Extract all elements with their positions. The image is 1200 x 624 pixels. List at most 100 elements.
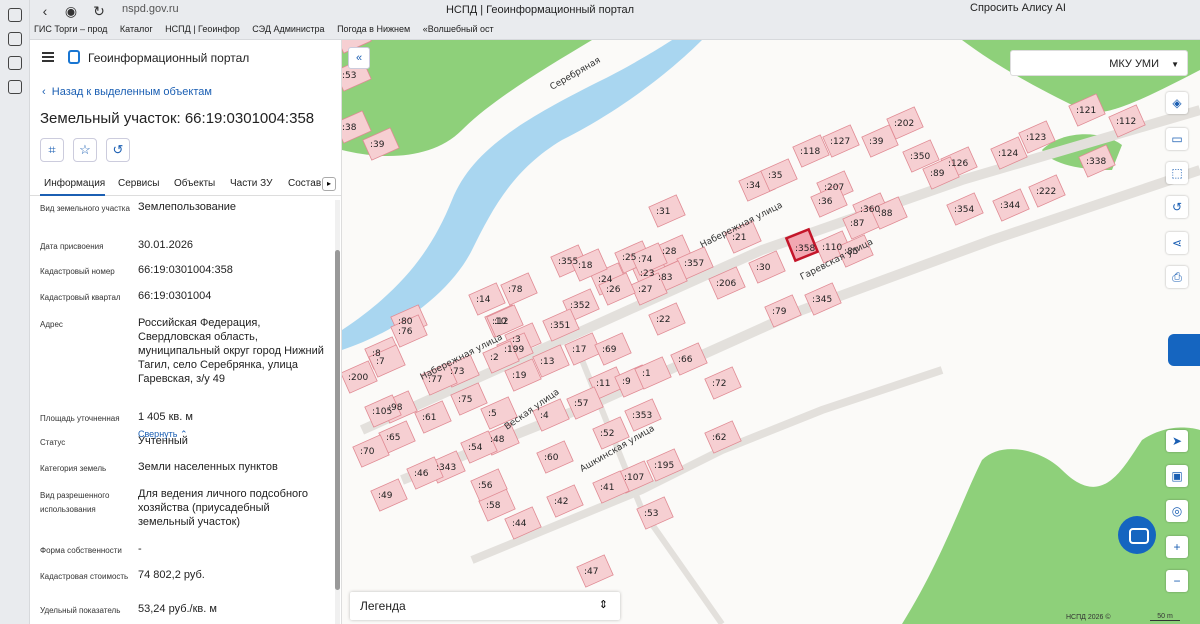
- lot-label: :39: [869, 137, 884, 147]
- back-link-label: Назад к выделенным объектам: [51, 86, 212, 98]
- history-button[interactable]: ↺: [106, 138, 130, 162]
- lot-label: :350: [910, 152, 930, 162]
- collapse-label: Свернуть: [138, 429, 178, 439]
- lot-label: :54: [468, 443, 483, 453]
- lot-label: :202: [894, 119, 914, 129]
- lot-label: :351: [550, 321, 570, 331]
- map-type-icon[interactable]: ▣: [1166, 465, 1188, 487]
- map-canvas[interactable]: :53:38:39:118:127:39:202:350:121:112:123…: [342, 40, 1200, 624]
- lot-label: :24: [598, 275, 613, 285]
- lot-label: :28: [662, 247, 677, 257]
- lot-label: :343: [436, 463, 456, 473]
- lot-label: :89: [930, 169, 945, 179]
- legend-button[interactable]: Легенда ⇕: [350, 592, 620, 620]
- panel-header: Геоинформационный портал: [30, 40, 341, 76]
- chat-icon[interactable]: [1118, 516, 1156, 554]
- lot-label: :195: [654, 461, 674, 471]
- bookmark-item[interactable]: «Волшебный ост: [423, 24, 494, 34]
- selected-lot-label: :358: [795, 244, 815, 254]
- select-icon[interactable]: ⬚: [1166, 162, 1188, 184]
- locate-icon[interactable]: ➤: [1166, 430, 1188, 452]
- tab-services[interactable]: Сервисы: [118, 178, 159, 189]
- lot-label: :52: [600, 429, 614, 439]
- lot-label: :30: [756, 263, 771, 273]
- back-link[interactable]: ‹ Назад к выделенным объектам: [42, 86, 212, 98]
- lot-label: :14: [476, 295, 491, 305]
- lot-label: :87: [850, 219, 864, 229]
- alice-button[interactable]: Спросить Алису AI: [970, 2, 1066, 14]
- lot-label: :70: [360, 447, 375, 457]
- lot-label: :355: [558, 257, 578, 267]
- lot-label: :7: [376, 357, 385, 367]
- lot-label: :9: [622, 377, 631, 387]
- org-select[interactable]: МКУ УМИ ▼: [1010, 50, 1188, 76]
- browser-toolbar: ‹ ◉ ↻ nspd.gov.ru НСПД | Геоинформационн…: [0, 0, 1200, 40]
- lot-label: :47: [584, 567, 598, 577]
- lot-label: :25: [622, 253, 636, 263]
- lot-label: :105: [372, 407, 392, 417]
- geo-icon[interactable]: ◎: [1166, 500, 1188, 522]
- collapse-address-link[interactable]: Свернуть ⌃: [138, 429, 188, 440]
- lot-label: :121: [1076, 106, 1096, 116]
- zoom-out-icon[interactable]: −: [1166, 570, 1188, 592]
- lot-label: :22: [656, 315, 670, 325]
- tab-title: НСПД | Геоинформационный портал: [445, 4, 635, 16]
- chevron-down-icon: ▼: [1171, 60, 1179, 69]
- lot-label: :41: [600, 483, 614, 493]
- bookmark-item[interactable]: ГИС Торги – прод: [34, 24, 107, 34]
- lot-label: :57: [574, 399, 588, 409]
- lot-label: :61: [422, 413, 436, 423]
- select-area-button[interactable]: ⌗: [40, 138, 64, 162]
- bookmark-item[interactable]: СЭД Администра: [252, 24, 324, 34]
- lot-label: :3: [512, 335, 521, 345]
- lot-label: :222: [1036, 187, 1056, 197]
- lot-label: :199: [504, 345, 524, 355]
- tabs-next-button[interactable]: ▸: [322, 177, 336, 191]
- history-icon[interactable]: ↺: [1166, 196, 1188, 218]
- collections-icon[interactable]: [8, 80, 22, 94]
- bookmark-item[interactable]: НСПД | Геоинфор: [165, 24, 240, 34]
- lot-label: :31: [656, 207, 670, 217]
- lot-label: :60: [544, 453, 559, 463]
- lot-label: :80: [398, 317, 413, 327]
- collapse-panel-button[interactable]: «: [348, 47, 370, 69]
- lot-label: :356: [342, 40, 362, 43]
- lot-label: :34: [746, 181, 761, 191]
- lot-label: :74: [638, 255, 653, 265]
- share-icon[interactable]: ⋖: [1166, 232, 1188, 254]
- parcel-title: Земельный участок: 66:19:0301004:358: [40, 110, 315, 127]
- seven-icon[interactable]: [8, 56, 22, 70]
- bookmark-item[interactable]: Каталог: [120, 24, 153, 34]
- favorite-star-button[interactable]: ☆: [73, 138, 97, 162]
- tab-parts[interactable]: Части ЗУ: [230, 178, 272, 189]
- portal-title: Геоинформационный портал: [88, 51, 250, 65]
- lot-label: :65: [386, 433, 400, 443]
- lot-label: :46: [414, 469, 429, 479]
- lot-label: :35: [768, 171, 782, 181]
- lot-label: :73: [450, 367, 464, 377]
- print-icon[interactable]: ⎙: [1166, 266, 1188, 288]
- copyright: НСПД 2026 ©: [1066, 614, 1111, 621]
- tab-info[interactable]: Информация: [44, 178, 105, 189]
- lot-label: :107: [624, 473, 644, 483]
- menu-icon[interactable]: [42, 52, 54, 62]
- tab-objects[interactable]: Объекты: [174, 178, 215, 189]
- zoom-in-icon[interactable]: +: [1166, 536, 1188, 558]
- lot-label: :126: [948, 159, 968, 169]
- tab-composition[interactable]: Состав: [288, 178, 321, 189]
- tabs-icon[interactable]: [8, 8, 22, 22]
- layers-icon[interactable]: ◈: [1166, 92, 1188, 114]
- ruler-icon[interactable]: ▭: [1166, 128, 1188, 150]
- play-icon[interactable]: [8, 32, 22, 46]
- lot-label: :26: [606, 285, 621, 295]
- gosuslugi-icon[interactable]: [1168, 334, 1200, 366]
- lot-label: :207: [824, 183, 844, 193]
- scrollbar-thumb[interactable]: [335, 250, 340, 590]
- map-view[interactable]: :53:38:39:118:127:39:202:350:121:112:123…: [342, 40, 1200, 624]
- bookmark-item[interactable]: Погода в Нижнем: [337, 24, 410, 34]
- lot-label: :76: [398, 327, 413, 337]
- lot-label: :338: [1086, 157, 1106, 167]
- lot-label: :110: [822, 243, 842, 253]
- lot-label: :112: [1116, 117, 1136, 127]
- lot-label: :79: [772, 307, 787, 317]
